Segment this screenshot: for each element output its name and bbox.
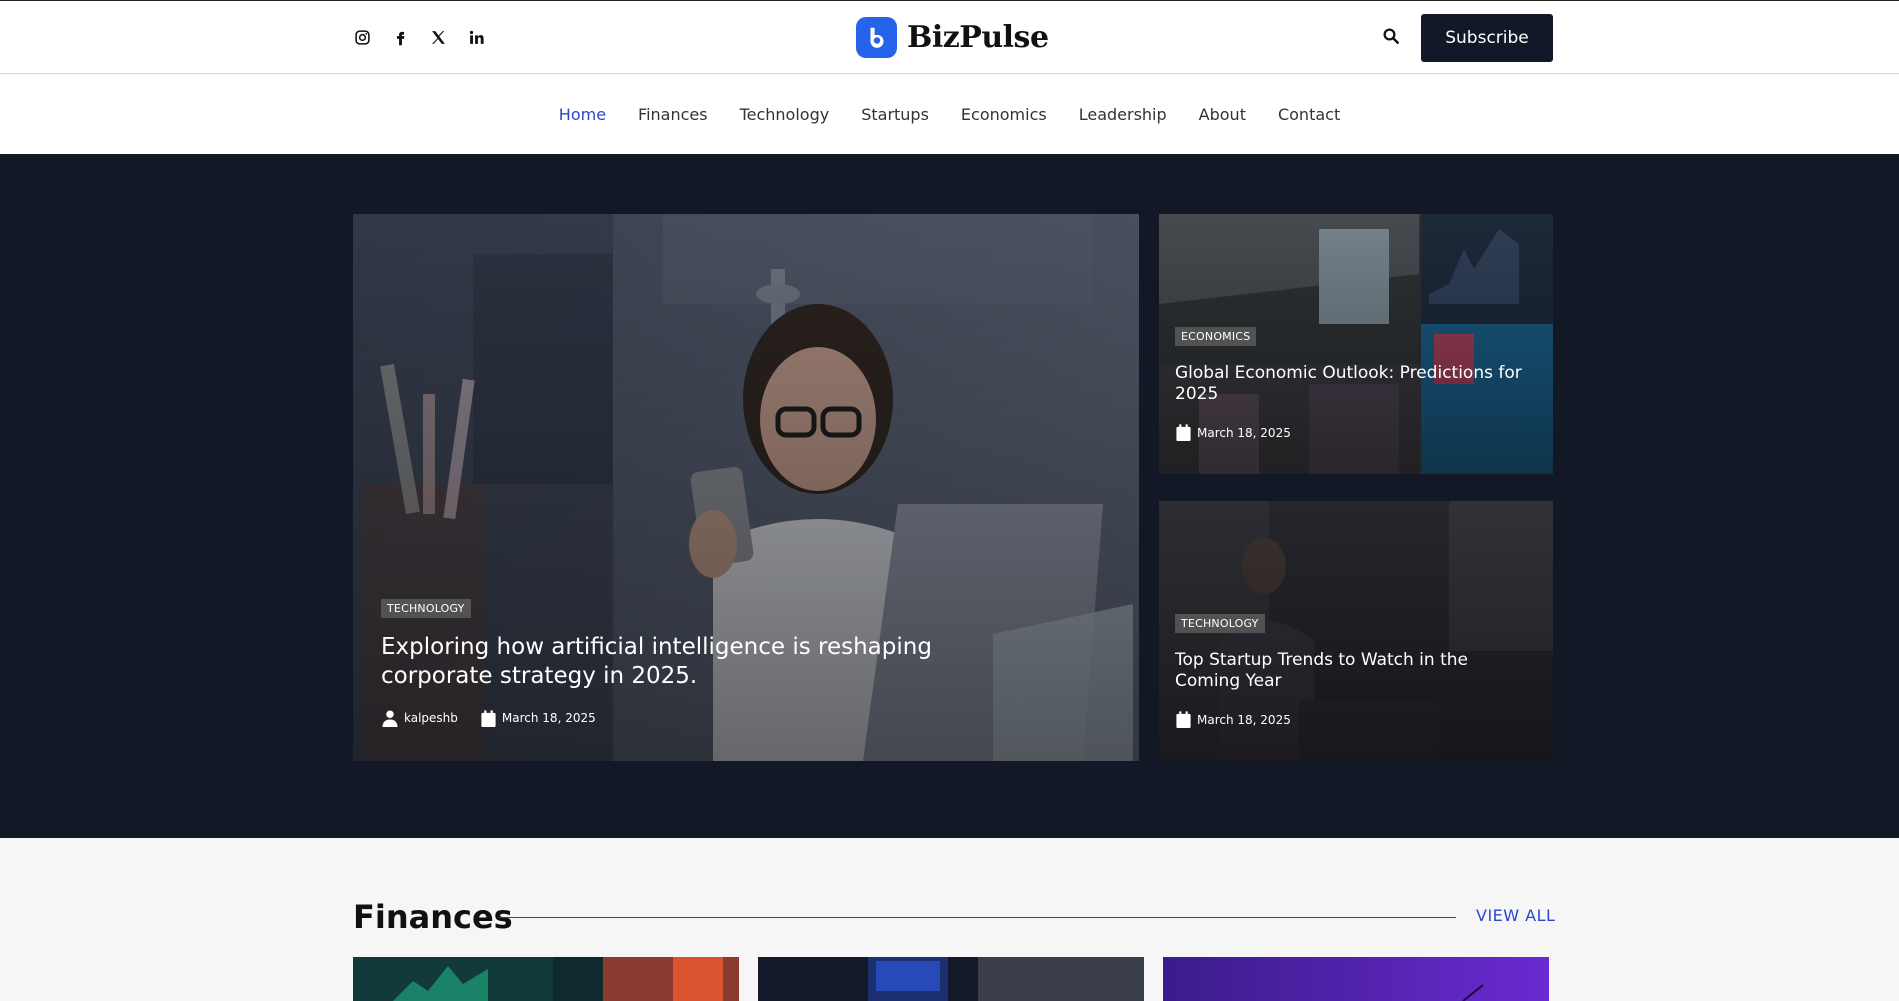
date-meta: March 18, 2025 [1175, 710, 1291, 729]
category-badge[interactable]: TECHNOLOGY [381, 599, 471, 618]
author-name[interactable]: kalpeshb [404, 711, 458, 725]
social-links [352, 27, 486, 47]
article-meta: March 18, 2025 [1175, 710, 1291, 729]
hero-section: TECHNOLOGY Exploring how artificial inte… [0, 154, 1899, 838]
article-date: March 18, 2025 [1197, 425, 1291, 440]
side-article-card[interactable]: ECONOMICS Global Economic Outlook: Predi… [1159, 214, 1553, 474]
finance-article-thumbnail[interactable] [758, 957, 1144, 1001]
brand-logo[interactable]: BizPulse [856, 17, 1049, 58]
article-date: March 18, 2025 [501, 711, 596, 725]
nav-item-about[interactable]: About [1183, 105, 1262, 124]
brand-name: BizPulse [907, 20, 1049, 55]
user-icon [382, 710, 398, 727]
logo-icon [856, 17, 897, 58]
calendar-icon [1176, 711, 1191, 728]
nav-item-contact[interactable]: Contact [1262, 105, 1356, 124]
instagram-icon[interactable] [352, 27, 372, 47]
subscribe-button[interactable]: Subscribe [1421, 14, 1553, 62]
main-nav: Home Finances Technology Startups Econom… [0, 75, 1899, 154]
calendar-icon [481, 709, 496, 727]
section-title: Finances [353, 898, 513, 936]
view-all-link[interactable]: VIEW ALL [1476, 906, 1555, 925]
nav-item-technology[interactable]: Technology [724, 105, 846, 124]
linkedin-icon[interactable] [466, 27, 486, 47]
date-meta: March 18, 2025 [1175, 423, 1291, 442]
nav-item-finances[interactable]: Finances [622, 105, 724, 124]
finance-article-thumbnail[interactable] [353, 957, 739, 1001]
finance-article-thumbnail[interactable] [1163, 957, 1549, 1001]
nav-item-economics[interactable]: Economics [945, 105, 1063, 124]
date-meta: March 18, 2025 [480, 709, 596, 728]
featured-article-title[interactable]: Exploring how artificial intelligence is… [381, 633, 981, 691]
facebook-icon[interactable] [390, 27, 410, 47]
featured-article-card[interactable]: TECHNOLOGY Exploring how artificial inte… [353, 214, 1139, 761]
category-badge[interactable]: ECONOMICS [1175, 327, 1257, 346]
top-bar: BizPulse Subscribe [0, 0, 1899, 74]
x-icon[interactable] [428, 27, 448, 47]
side-article-card[interactable]: TECHNOLOGY Top Startup Trends to Watch i… [1159, 501, 1553, 761]
side-article-title[interactable]: Top Startup Trends to Watch in the Comin… [1175, 650, 1535, 693]
nav-item-leadership[interactable]: Leadership [1063, 105, 1183, 124]
side-article-title[interactable]: Global Economic Outlook: Predictions for… [1175, 363, 1535, 406]
article-meta: kalpeshb March 18, 2025 [381, 708, 596, 728]
finances-section: Finances VIEW ALL [0, 838, 1899, 1001]
section-divider [499, 917, 1456, 918]
calendar-icon [1176, 424, 1191, 441]
search-icon[interactable] [1380, 25, 1402, 47]
author-meta: kalpeshb [381, 708, 458, 728]
category-badge[interactable]: TECHNOLOGY [1175, 614, 1265, 633]
nav-item-home[interactable]: Home [543, 105, 622, 124]
article-date: March 18, 2025 [1197, 712, 1291, 727]
nav-item-startups[interactable]: Startups [845, 105, 945, 124]
article-meta: March 18, 2025 [1175, 423, 1291, 442]
